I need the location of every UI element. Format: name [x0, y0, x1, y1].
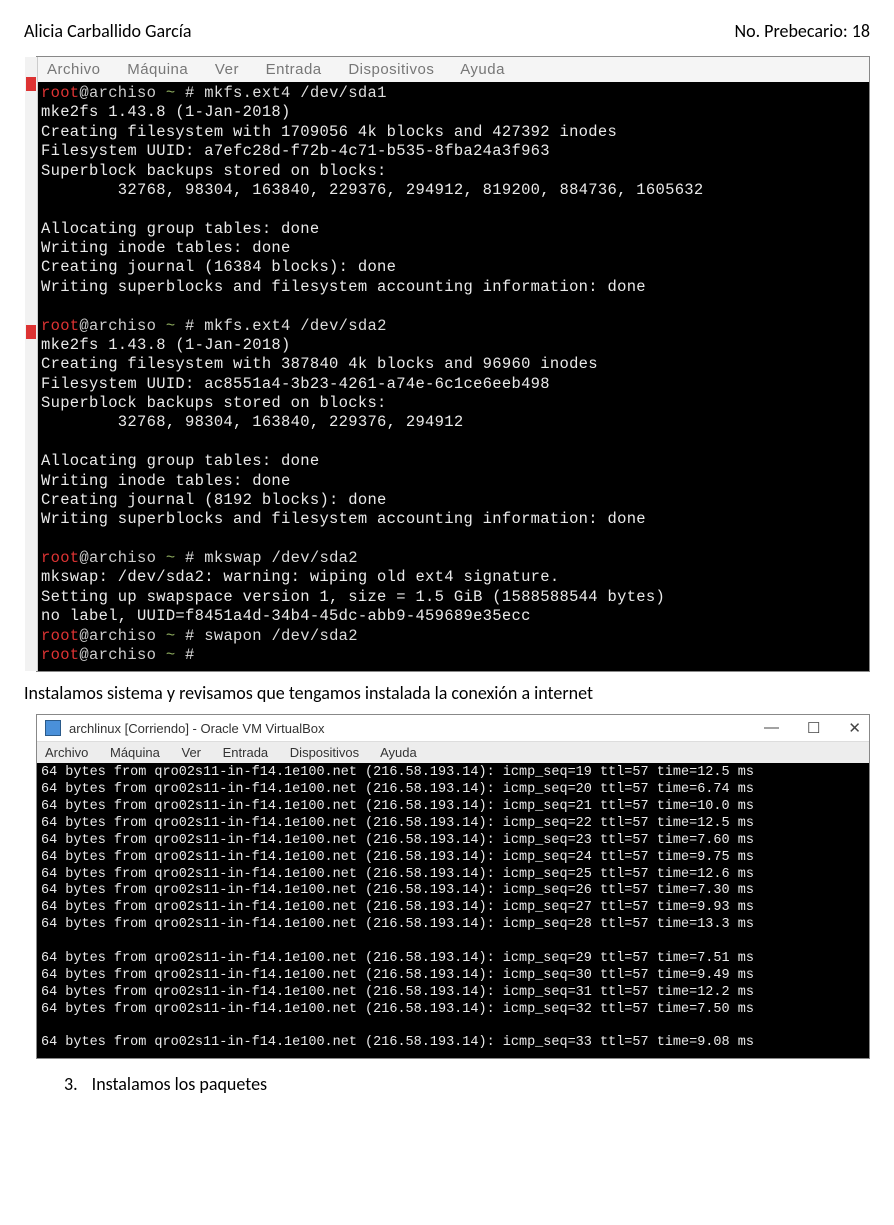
- red-marker-icon: [26, 77, 36, 91]
- vm-menu-bar: Archivo Máquina Ver Entrada Dispositivos…: [37, 742, 869, 763]
- menu-item[interactable]: Dispositivos: [290, 745, 359, 760]
- menu-item[interactable]: Ayuda: [460, 61, 505, 78]
- terminal-output-ping: 64 bytes from qro02s11-in-f14.1e100.net …: [37, 763, 869, 1058]
- window-titlebar: archlinux [Corriendo] - Oracle VM Virtua…: [37, 715, 869, 742]
- caption-text: Instalamos sistema y revisamos que tenga…: [24, 682, 870, 704]
- list-number: 3.: [64, 1073, 78, 1095]
- menu-item[interactable]: Máquina: [110, 745, 160, 760]
- screenshot-ping: archlinux [Corriendo] - Oracle VM Virtua…: [36, 714, 870, 1059]
- menu-item[interactable]: Entrada: [266, 61, 322, 78]
- menu-item[interactable]: Entrada: [223, 745, 269, 760]
- menu-item[interactable]: Archivo: [45, 745, 88, 760]
- minimize-button[interactable]: —: [764, 719, 779, 737]
- student-id: No. Prebecario: 18: [734, 20, 870, 42]
- maximize-button[interactable]: ☐: [807, 719, 820, 737]
- menu-item[interactable]: Ayuda: [380, 745, 417, 760]
- menu-item[interactable]: Dispositivos: [348, 61, 434, 78]
- menu-item[interactable]: Ver: [181, 745, 201, 760]
- page-header: Alicia Carballido García No. Prebecario:…: [24, 20, 870, 42]
- menu-item[interactable]: Archivo: [47, 61, 101, 78]
- menu-item[interactable]: Máquina: [127, 61, 188, 78]
- vm-menu-bar: Archivo Máquina Ver Entrada Dispositivos…: [37, 57, 869, 82]
- left-strip: [25, 57, 38, 671]
- virtualbox-icon: [45, 720, 61, 736]
- window-controls: — ☐ ✕: [764, 719, 861, 737]
- window-title: archlinux [Corriendo] - Oracle VM Virtua…: [69, 721, 325, 736]
- menu-item[interactable]: Ver: [215, 61, 239, 78]
- red-marker-icon: [26, 325, 36, 339]
- list-item-3: 3. Instalamos los paquetes: [64, 1073, 870, 1095]
- screenshot-mkfs: Archivo Máquina Ver Entrada Dispositivos…: [36, 56, 870, 672]
- student-name: Alicia Carballido García: [24, 20, 191, 42]
- terminal-output: root@archiso ~ # mkfs.ext4 /dev/sda1 mke…: [37, 82, 869, 671]
- close-button[interactable]: ✕: [848, 719, 861, 737]
- list-text: Instalamos los paquetes: [92, 1073, 267, 1095]
